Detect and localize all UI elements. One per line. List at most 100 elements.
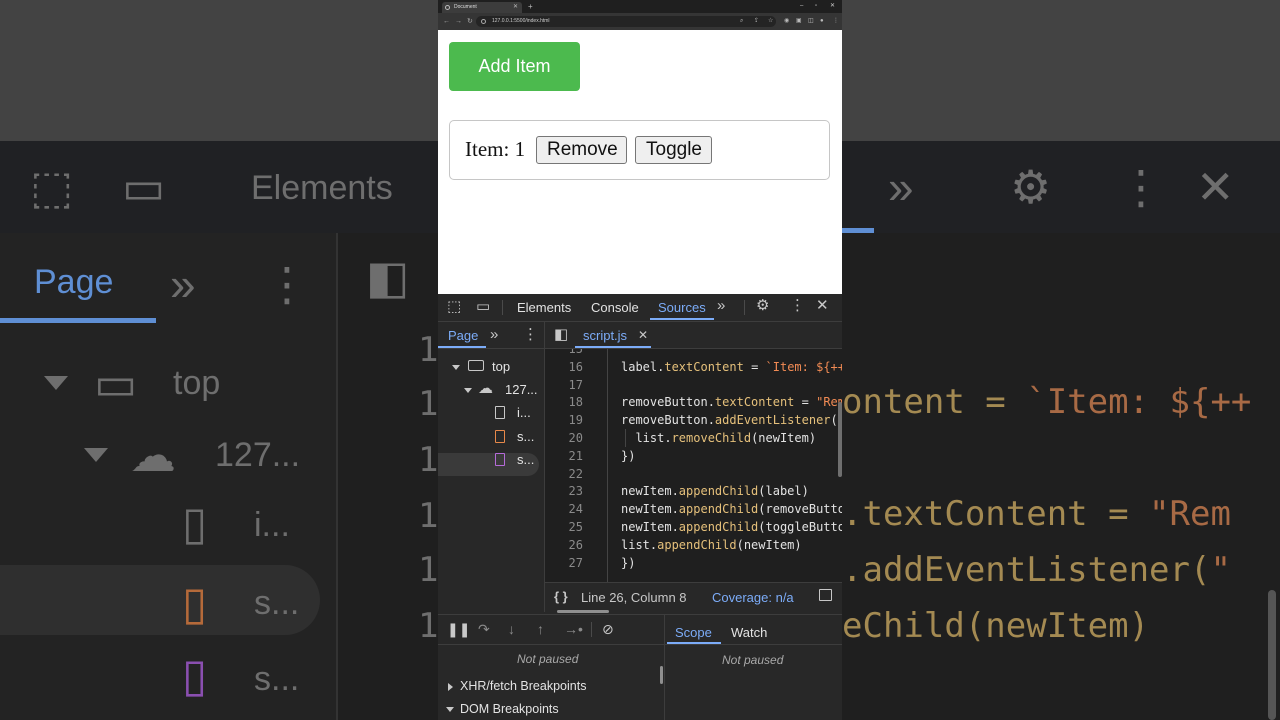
reload-icon[interactable]: ↻ [467,16,473,27]
deactivate-breakpoints-icon[interactable]: ⊘ [602,622,614,636]
line-number[interactable]: 18 [545,393,583,411]
code-line[interactable]: 20 list.removeChild(newItem) [545,429,842,447]
tree-label: i... [517,405,531,420]
pretty-print-icon[interactable]: { } [554,589,568,604]
close-file-icon[interactable]: ✕ [638,328,648,343]
line-number[interactable]: 19 [545,411,583,429]
debugger-pane: ❚❚ ↷ ↓ ↑ →• ⊘ Not paused XHR/fetch Break… [438,614,842,720]
tab-console[interactable]: Console [591,300,639,315]
code-line[interactable]: 26 list.appendChild(newItem) [545,536,842,554]
step-into-icon[interactable]: ↓ [508,622,515,636]
bg-file3-label: s... [254,660,300,698]
code-line[interactable]: 18 removeButton.textContent = "Rem [545,393,842,411]
toggle-button[interactable]: Toggle [635,136,712,164]
tab-scope[interactable]: Scope [675,625,712,640]
close-devtools-icon[interactable]: ✕ [816,298,829,313]
code-line[interactable]: 16 label.textContent = `Item: ${++ [545,358,842,376]
code-lines[interactable]: 15 16 label.textContent = `Item: ${++ 17 18 r… [545,349,842,582]
code-line[interactable]: 23 newItem.appendChild(label) [545,482,842,500]
share-icon[interactable]: ⇪ [754,16,759,27]
line-number[interactable]: 17 [545,376,583,394]
bg-line-number: 1 [418,550,439,590]
zoom-icon[interactable]: ⌕ [740,16,743,27]
inspect-element-icon[interactable]: ⬚ [447,299,461,314]
code-line[interactable]: 15 [545,349,842,358]
code-text: removeButton.textContent = "Rem [621,395,842,410]
tab-watch[interactable]: Watch [731,625,767,640]
collapse-arrow-icon[interactable] [446,707,454,712]
line-number[interactable]: 23 [545,482,583,500]
bg-expand-icon [44,376,68,390]
close-tab-icon[interactable]: ✕ [513,2,518,13]
bg-code-line: eChild(newItem) [842,606,1150,646]
line-number[interactable]: 15 [545,349,583,358]
bg-expand-icon-2 [84,448,108,462]
extension-icon[interactable]: ◉ [784,16,789,27]
line-number[interactable]: 26 [545,536,583,554]
customize-kebab-icon[interactable]: ⋮ [790,298,805,313]
device-toolbar-icon[interactable]: ▭ [476,299,490,314]
menu-icon[interactable]: ⋮ [833,16,839,27]
code-line[interactable]: 21}) [545,447,842,465]
code-line[interactable]: 17 [545,376,842,394]
expand-arrow-icon[interactable] [452,365,460,370]
tree-item-file[interactable]: i... [438,404,544,422]
bg-line-number: 1 [418,496,439,536]
code-line[interactable]: 24 newItem.appendChild(removeButto [545,500,842,518]
expand-arrow-icon[interactable] [448,683,453,691]
tab-sources[interactable]: Sources [658,300,706,315]
close-window-icon[interactable]: ✕ [830,1,835,12]
browser-tab[interactable]: Document ✕ [442,2,522,13]
puzzle-icon[interactable]: ▣ [796,16,802,27]
settings-gear-icon[interactable]: ⚙ [756,298,769,313]
tab-elements[interactable]: Elements [517,300,571,315]
code-line[interactable]: 25 newItem.appendChild(toggleButto [545,518,842,536]
omnibox[interactable]: 127.0.0.1:5500/index.html [476,16,776,27]
add-item-button[interactable]: Add Item [449,42,580,91]
star-icon[interactable]: ☆ [768,16,773,27]
tree-item-top[interactable]: top [438,358,544,376]
more-tabs-icon[interactable]: » [717,298,725,313]
step-icon[interactable]: →• [564,622,583,636]
tab-script-js[interactable]: script.js [583,328,627,343]
navigator-menu-icon[interactable]: ⋮ [523,327,538,342]
profile-icon[interactable]: ● [820,16,824,27]
vertical-scrollbar[interactable] [838,402,842,477]
new-tab-icon[interactable]: + [528,1,533,12]
code-line[interactable]: 27}) [545,554,842,572]
cursor-position: Line 26, Column 8 [581,590,687,605]
tree-label: s... [517,429,535,444]
toggle-navigator-icon[interactable]: ◧ [554,327,568,342]
code-editor: ◧ script.js ✕ 15 16 label.textContent = `I… [545,322,842,613]
horizontal-scrollbar[interactable] [557,610,609,613]
coverage-status[interactable]: Coverage: n/a [712,590,794,605]
line-number[interactable]: 16 [545,358,583,376]
minimize-icon[interactable]: – [800,1,803,12]
line-number[interactable]: 21 [545,447,583,465]
remove-button[interactable]: Remove [536,136,627,164]
tree-item-origin[interactable]: ☁ 127... [438,380,544,399]
line-number[interactable]: 24 [545,500,583,518]
back-icon[interactable]: ← [443,16,450,27]
bg-frame-icon: ▭ [94,357,138,409]
tree-item-file-selected[interactable]: s... [438,428,544,446]
line-number[interactable]: 22 [545,465,583,483]
debugger-scrollbar[interactable] [660,666,663,684]
line-number[interactable]: 27 [545,554,583,572]
sidepanel-icon[interactable]: ◫ [808,16,814,27]
tab-page[interactable]: Page [448,328,478,343]
code-line[interactable]: 19 removeButton.addEventListener(" [545,411,842,429]
step-over-icon[interactable]: ↷ [478,622,490,636]
tree-item-file[interactable]: s... [438,451,544,469]
drawer-toggle-icon[interactable] [819,589,832,601]
maximize-icon[interactable]: ▫ [815,1,817,12]
site-info-icon[interactable] [481,19,486,24]
more-tabs-icon[interactable]: » [490,327,498,342]
forward-icon[interactable]: → [455,16,462,27]
line-number[interactable]: 25 [545,518,583,536]
code-line[interactable]: 22 [545,465,842,483]
expand-arrow-icon[interactable] [464,388,472,393]
line-number[interactable]: 20 [545,429,583,447]
pause-icon[interactable]: ❚❚ [447,622,470,636]
step-out-icon[interactable]: ↑ [537,622,544,636]
